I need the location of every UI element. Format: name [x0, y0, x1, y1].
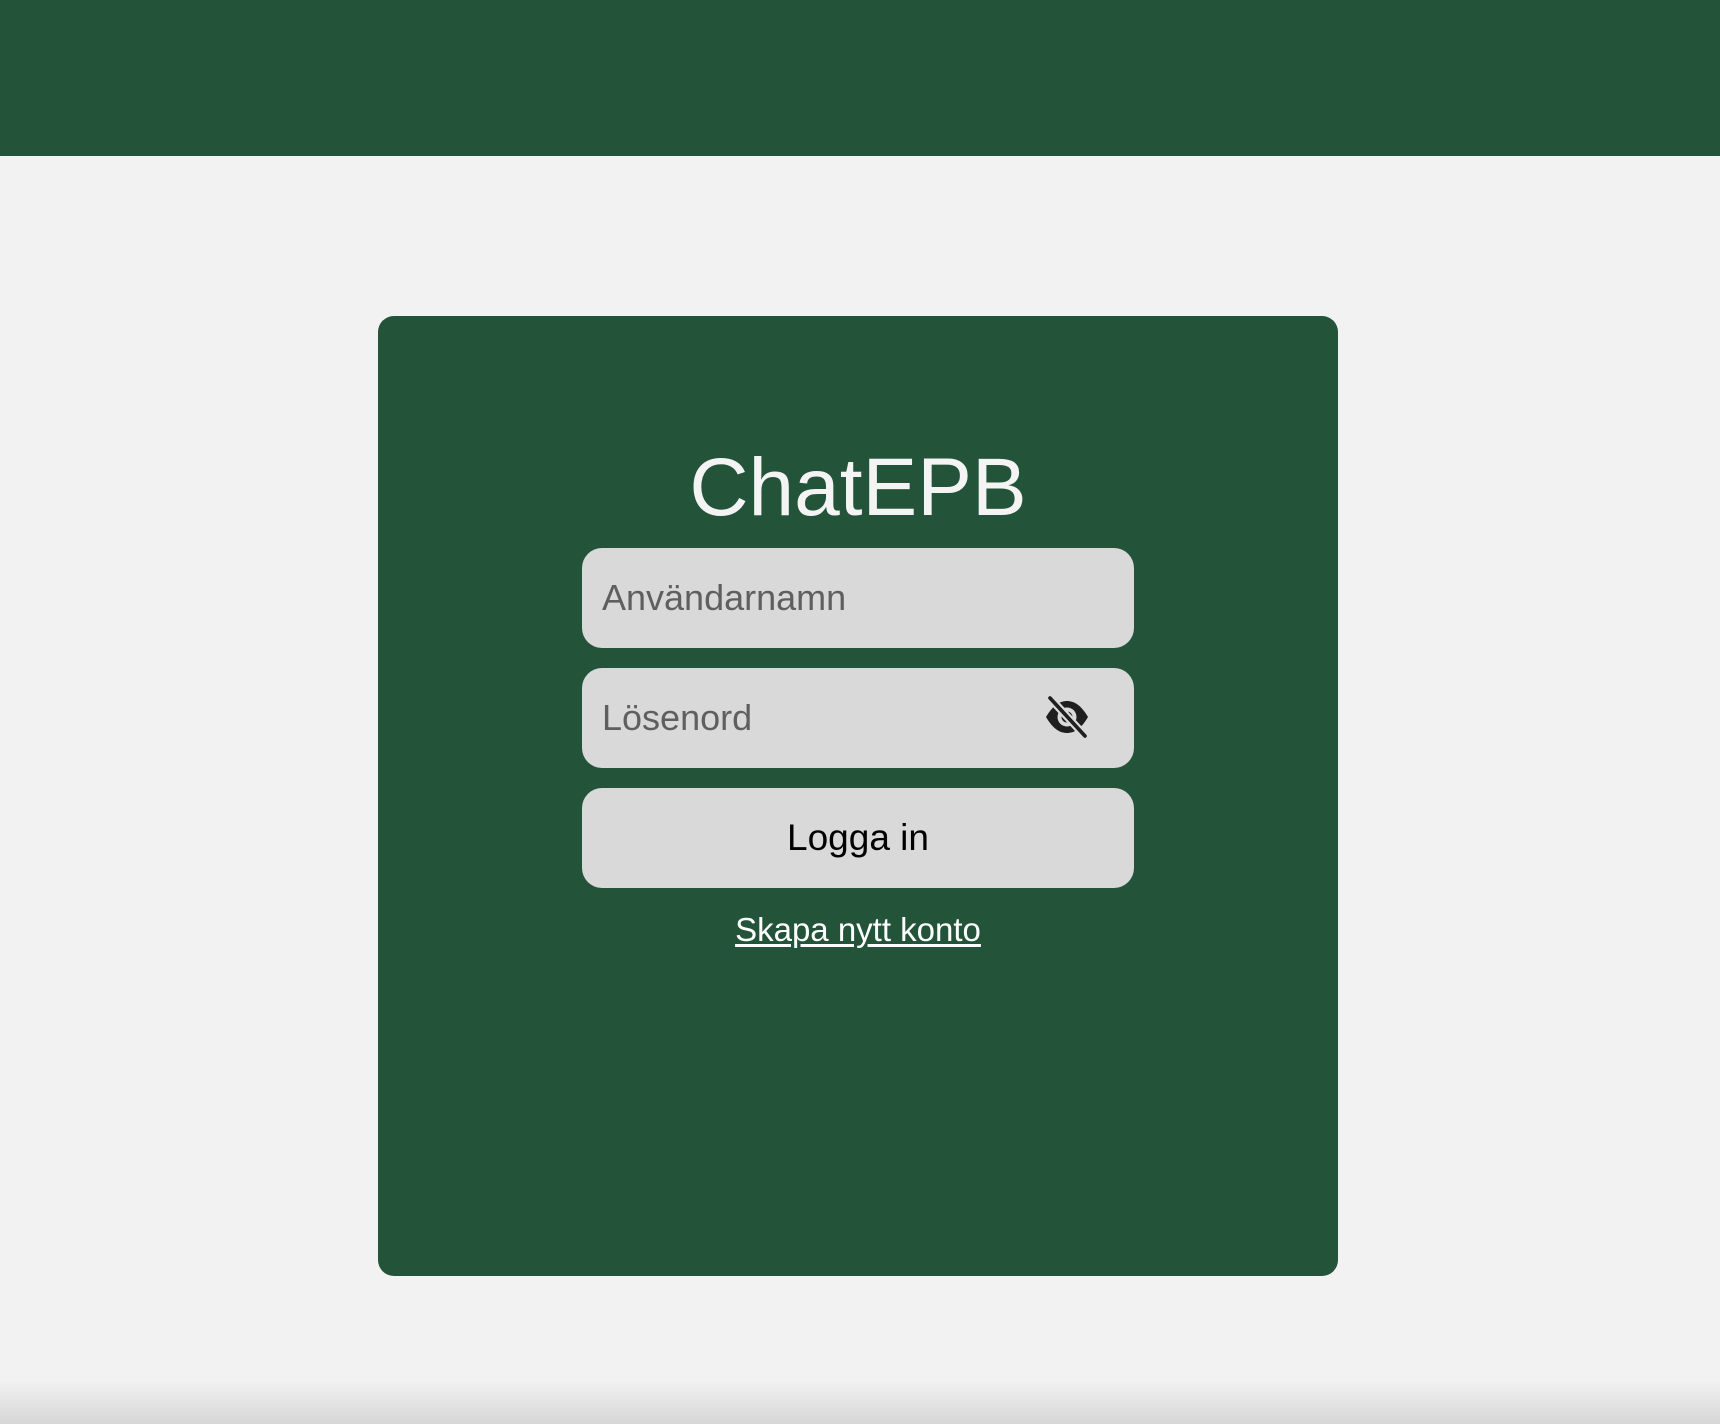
login-button[interactable]: Logga in	[582, 788, 1134, 888]
create-account-link[interactable]: Skapa nytt konto	[735, 911, 981, 948]
top-header-bar	[0, 0, 1720, 156]
app-title: ChatEPB	[689, 442, 1027, 533]
create-account-row: Skapa nytt konto	[378, 908, 1338, 952]
bottom-edge-shadow	[0, 1380, 1720, 1424]
username-input[interactable]	[582, 548, 1134, 648]
password-field[interactable]	[582, 668, 1134, 768]
username-field[interactable]	[582, 548, 1134, 648]
login-card: ChatEPB Logga in Skapa nytt konto	[378, 316, 1338, 1276]
eye-slash-icon[interactable]	[1044, 696, 1090, 738]
